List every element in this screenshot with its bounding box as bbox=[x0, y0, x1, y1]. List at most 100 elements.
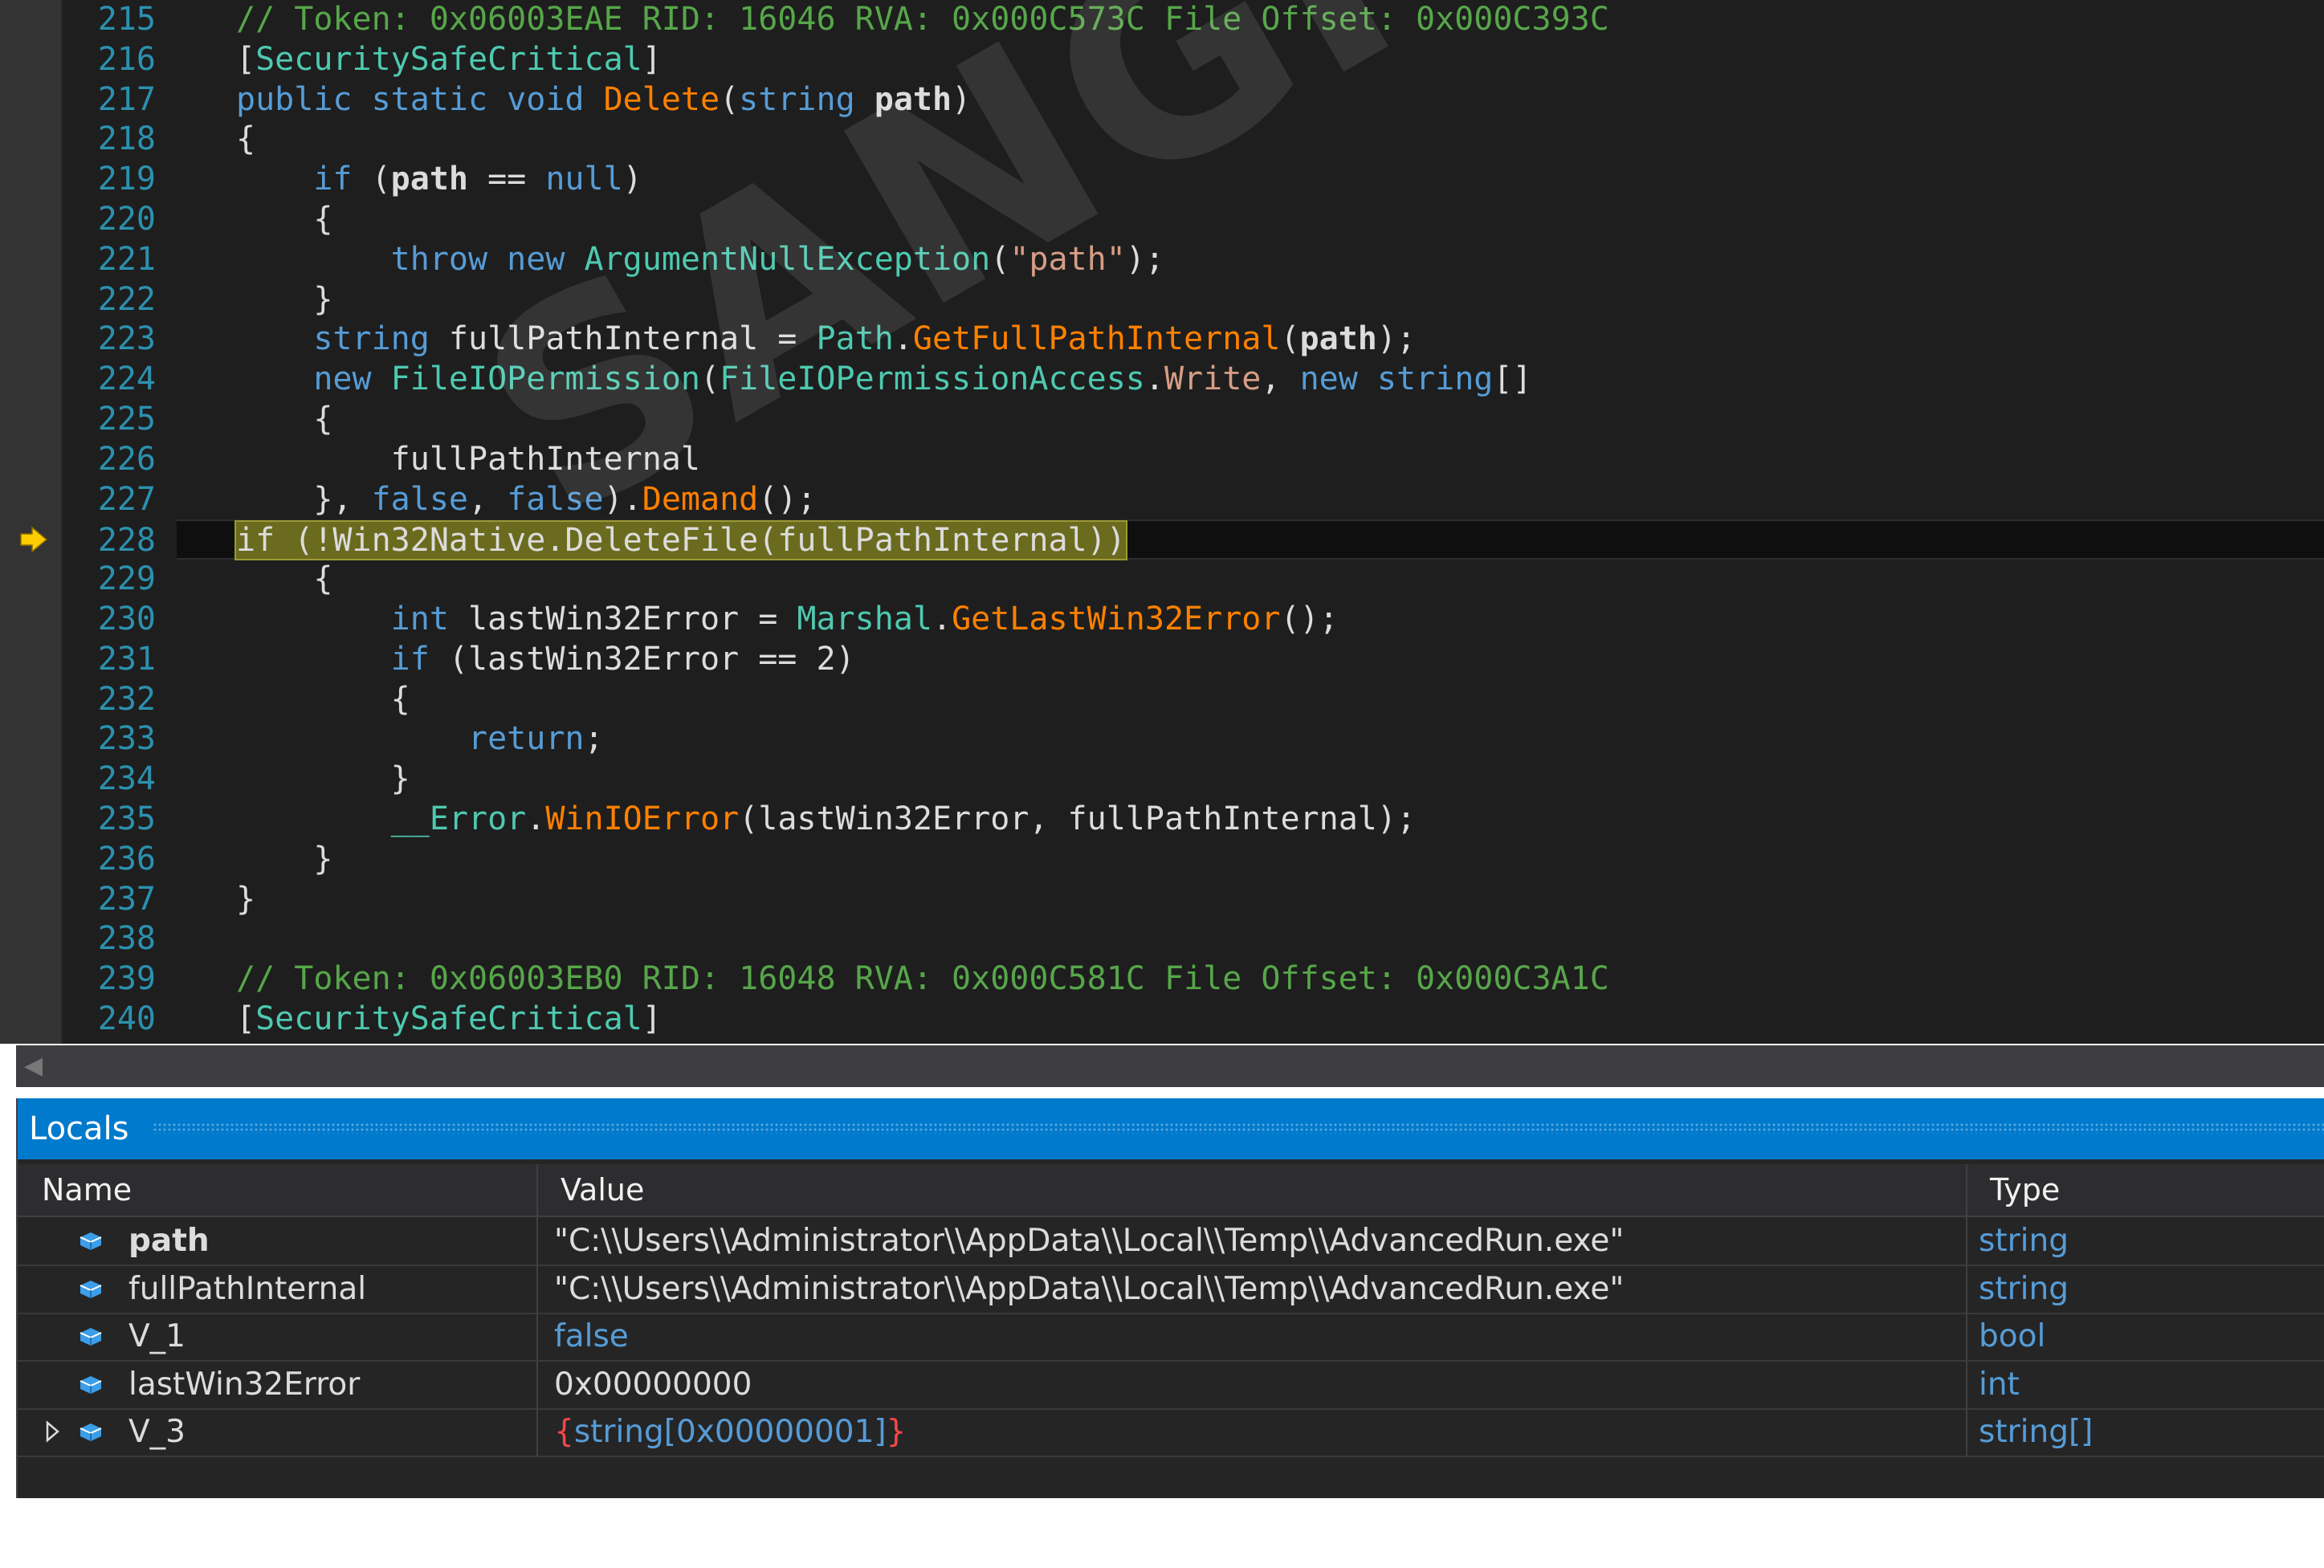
code-token: ] bbox=[642, 40, 662, 78]
code-line[interactable]: 220 { bbox=[63, 200, 2324, 240]
code-line[interactable]: 225 { bbox=[63, 400, 2324, 440]
code-token: ( bbox=[720, 80, 740, 118]
column-header-value[interactable]: Value bbox=[561, 1164, 644, 1216]
code-token: // Token: 0x06003EB0 RID: 16048 RVA: 0x0… bbox=[236, 960, 1609, 998]
code-token: { bbox=[236, 401, 333, 438]
column-divider[interactable] bbox=[536, 1164, 538, 1216]
code-text: } bbox=[236, 280, 332, 320]
code-token: Write bbox=[1164, 360, 1262, 398]
code-text: if (lastWin32Error == 2) bbox=[236, 640, 855, 680]
code-text: if (!Win32Native.DeleteFile(fullPathInte… bbox=[234, 520, 1127, 561]
column-divider bbox=[536, 1217, 538, 1265]
code-line[interactable]: 233 return; bbox=[63, 719, 2324, 760]
code-token: GetFullPathInternal bbox=[912, 320, 1281, 358]
expand-triangle-icon[interactable] bbox=[45, 1418, 61, 1445]
code-token: string bbox=[313, 320, 449, 358]
code-line[interactable]: 215 // Token: 0x06003EAE RID: 16046 RVA: … bbox=[63, 0, 2324, 40]
line-number: 228 bbox=[97, 522, 156, 560]
column-divider bbox=[536, 1408, 538, 1456]
local-value[interactable]: false bbox=[554, 1313, 629, 1360]
line-number: 224 bbox=[97, 360, 156, 398]
locals-row[interactable]: V_1 false bool bbox=[18, 1313, 2324, 1362]
code-line[interactable]: 240 [SecuritySafeCritical] bbox=[63, 1000, 2324, 1040]
code-line[interactable]: 227 }, false, false).Demand(); bbox=[63, 480, 2324, 520]
local-name: fullPathInternal bbox=[128, 1270, 367, 1307]
column-header-type[interactable]: Type bbox=[1990, 1164, 2060, 1216]
code-token: ; bbox=[584, 720, 604, 758]
code-line[interactable]: 222 } bbox=[63, 280, 2324, 320]
code-line[interactable]: 229 { bbox=[63, 560, 2324, 600]
local-variable-icon bbox=[80, 1375, 102, 1394]
column-divider[interactable] bbox=[1966, 1164, 1967, 1216]
line-number: 238 bbox=[97, 920, 156, 958]
code-editor[interactable]: 215 // Token: 0x06003EAE RID: 16046 RVA: … bbox=[0, 0, 2324, 1044]
local-value[interactable]: {string[0x00000001]} bbox=[554, 1408, 906, 1456]
code-token: (lastWin32Error == 2) bbox=[429, 640, 855, 678]
code-text: { bbox=[236, 680, 410, 720]
line-number: 232 bbox=[97, 680, 156, 718]
local-value[interactable]: "C:\\Users\\Administrator\\AppData\\Loca… bbox=[554, 1265, 1624, 1313]
code-line[interactable]: 231 if (lastWin32Error == 2) bbox=[63, 640, 2324, 680]
line-number: 216 bbox=[97, 40, 156, 78]
code-token: fullPathInternal = bbox=[448, 320, 817, 358]
code-token: , bbox=[1261, 360, 1300, 398]
local-value[interactable]: 0x00000000 bbox=[554, 1361, 752, 1408]
code-text: } bbox=[236, 760, 410, 800]
code-line[interactable]: 239 // Token: 0x06003EB0 RID: 16048 RVA: … bbox=[63, 959, 2324, 1000]
local-variable-icon bbox=[80, 1280, 102, 1298]
locals-row[interactable]: path "C:\\Users\\Administrator\\AppData\\… bbox=[18, 1217, 2324, 1266]
line-number: 225 bbox=[97, 401, 156, 438]
code-line[interactable]: 238 bbox=[63, 919, 2324, 959]
locals-title-bar[interactable]: Locals bbox=[18, 1098, 2324, 1159]
code-token: null bbox=[545, 161, 623, 198]
code-line[interactable]: 221 throw new ArgumentNullException("pat… bbox=[63, 240, 2324, 280]
code-line[interactable]: 232 { bbox=[63, 680, 2324, 720]
code-line[interactable]: 217 public static void Delete(string path… bbox=[63, 80, 2324, 120]
local-name: V_3 bbox=[128, 1414, 186, 1450]
code-line-current[interactable]: 228 if (!Win32Native.DeleteFile(fullPathI… bbox=[98, 519, 2324, 561]
locals-row[interactable]: fullPathInternal "C:\\Users\\Administrato… bbox=[18, 1265, 2324, 1314]
line-number: 230 bbox=[97, 601, 156, 637]
code-token: ( bbox=[699, 360, 720, 398]
code-token: WinIOError bbox=[545, 800, 740, 837]
code-token: ( bbox=[990, 240, 1010, 278]
code-line[interactable]: 234 } bbox=[63, 760, 2324, 800]
code-token: [] bbox=[1493, 360, 1532, 398]
code-token: ArgumentNullException bbox=[584, 240, 991, 278]
code-line[interactable]: 223 string fullPathInternal = Path.GetFu… bbox=[63, 320, 2324, 360]
indicator-margin[interactable] bbox=[0, 0, 63, 1044]
code-area[interactable]: 215 // Token: 0x06003EAE RID: 16046 RVA: … bbox=[63, 0, 2324, 1044]
code-line[interactable]: 236 } bbox=[63, 840, 2324, 880]
code-token: int bbox=[390, 601, 468, 637]
line-number: 233 bbox=[97, 720, 156, 758]
line-number: 226 bbox=[97, 440, 156, 478]
code-token: . bbox=[932, 601, 952, 637]
local-value[interactable]: "C:\\Users\\Administrator\\AppData\\Loca… bbox=[554, 1217, 1624, 1265]
scroll-left-arrow-icon[interactable]: ◀ bbox=[24, 1052, 43, 1080]
column-header-name[interactable]: Name bbox=[42, 1164, 132, 1216]
code-line[interactable]: 218 { bbox=[63, 120, 2324, 160]
code-line[interactable]: 237} bbox=[63, 880, 2324, 920]
code-line[interactable]: 219 if (path == null) bbox=[63, 160, 2324, 200]
local-type: string bbox=[1979, 1270, 2069, 1307]
code-line[interactable]: 226 fullPathInternal bbox=[63, 440, 2324, 480]
code-text: { bbox=[236, 200, 332, 240]
code-text: // Token: 0x06003EAE RID: 16046 RVA: 0x0… bbox=[236, 0, 1609, 40]
code-token: string bbox=[739, 80, 875, 118]
code-line[interactable]: 224 new FileIOPermission(FileIOPermissio… bbox=[63, 360, 2324, 400]
code-line[interactable]: 235 __Error.WinIOError(lastWin32Error, f… bbox=[63, 800, 2324, 840]
code-line[interactable]: 216 [SecuritySafeCritical] bbox=[63, 40, 2324, 80]
code-text: { bbox=[236, 560, 332, 600]
code-token: ( bbox=[1280, 320, 1300, 358]
code-text: fullPathInternal bbox=[236, 440, 700, 480]
code-token: // Token: 0x06003EAE RID: 16046 RVA: 0x0… bbox=[236, 1, 1609, 38]
locals-row[interactable]: V_3 {string[0x00000001]} string[] bbox=[18, 1408, 2324, 1457]
execution-arrow-icon[interactable] bbox=[19, 525, 48, 554]
code-line[interactable]: 230 int lastWin32Error = Marshal.GetLast… bbox=[63, 600, 2324, 640]
locals-row[interactable]: lastWin32Error 0x00000000 int bbox=[18, 1360, 2324, 1410]
horizontal-scrollbar[interactable]: ◀ bbox=[16, 1045, 2324, 1087]
local-type: string[] bbox=[1979, 1414, 2094, 1450]
locals-window: Locals Name Value Type path "C:\\Users\\A… bbox=[16, 1098, 2324, 1498]
